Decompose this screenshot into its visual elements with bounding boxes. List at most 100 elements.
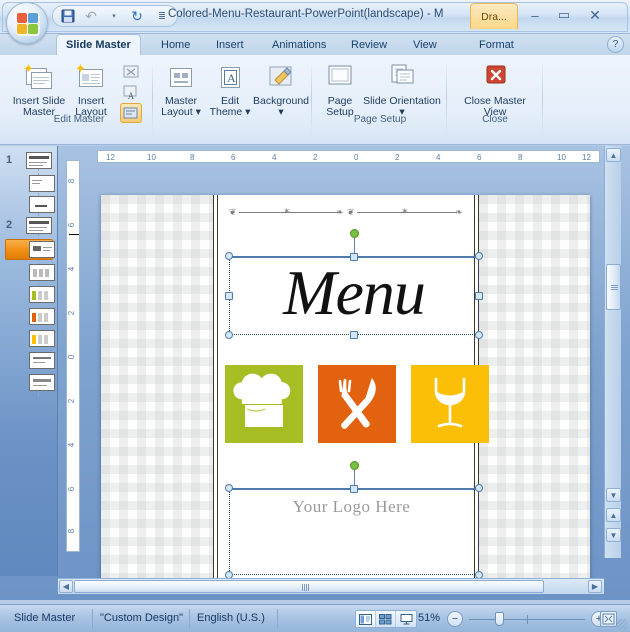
ornament-swirl-mid-a-icon: ❧ [336, 207, 344, 217]
background-label: Background ▾ [252, 95, 310, 118]
thumbnail-layout-1-1[interactable] [29, 175, 55, 192]
page-setup-icon [324, 62, 356, 94]
background-button[interactable]: Background ▾ [252, 60, 310, 124]
thumbnail-layout-2-2[interactable] [29, 264, 55, 281]
delete-placeholder-icon[interactable] [120, 62, 142, 82]
fit-slide-to-window-button[interactable] [600, 611, 617, 627]
vruler-mark-2t: 2 [67, 310, 77, 316]
title-handle-tc[interactable] [350, 253, 358, 261]
scroll-left-button[interactable]: ◀ [59, 580, 73, 593]
save-button[interactable] [58, 7, 78, 25]
previous-slide-button[interactable]: ▲ [606, 508, 621, 522]
title-handle-bc[interactable] [350, 331, 358, 339]
zoom-out-button[interactable]: − [447, 611, 463, 627]
hruler-mark-2r: 2 [395, 153, 400, 162]
normal-view-button[interactable] [356, 611, 376, 627]
scroll-down-button[interactable]: ▼ [606, 488, 621, 502]
logo-handle-tc[interactable] [350, 485, 358, 493]
powerpoint-window: ↶ ▾ ↻ ≣ Colored-Menu-Restaurant-PowerPoi… [0, 0, 630, 632]
slide-orientation-icon [386, 62, 418, 94]
master-layout-label: Master Layout ▾ [161, 95, 201, 118]
maximize-button[interactable]: ▭ [551, 6, 577, 24]
tile-wine-glass[interactable] [411, 365, 489, 443]
logo-handle-tl[interactable] [225, 484, 233, 492]
slide-canvas[interactable]: ❦ ❧ ❦ ❧ ✶ ✶ Menu Your Logo Here [101, 195, 590, 579]
thumbnail-layout-2-1-selected[interactable] [29, 241, 55, 258]
ribbon-tab-row: Slide Master Home Insert Animations Revi… [0, 34, 630, 55]
slide-sorter-view-button[interactable] [376, 611, 396, 627]
horizontal-scrollbar[interactable]: ◀ ▶ [58, 578, 604, 594]
redo-button[interactable]: ↻ [127, 7, 147, 25]
minimize-button[interactable]: – [522, 6, 548, 24]
vertical-scrollbar[interactable]: ▲ ▼ ▲ ▼ [604, 146, 621, 558]
ornament-swirl-mid-b-icon: ❦ [347, 207, 355, 217]
next-slide-button[interactable]: ▼ [606, 528, 621, 542]
title-handle-ml[interactable] [225, 292, 233, 300]
hruler-mark-12r: 12 [582, 153, 591, 162]
group-title-edit-master: Edit Master [53, 114, 105, 125]
group-title-close: Close [482, 114, 508, 125]
svg-text:A: A [128, 91, 135, 101]
hruler-mark-6l: 6 [231, 153, 236, 162]
vertical-scroll-thumb[interactable] [606, 264, 621, 310]
background-icon [265, 62, 297, 94]
vruler-mark-4t: 4 [67, 266, 77, 272]
edit-theme-icon: A [214, 62, 246, 94]
group-title-page-setup: Page Setup [353, 114, 407, 125]
scroll-right-button[interactable]: ▶ [588, 580, 602, 593]
tab-view[interactable]: View [404, 34, 446, 55]
tab-home[interactable]: Home [152, 34, 199, 55]
close-button[interactable]: ✕ [582, 6, 608, 24]
title-handle-tl[interactable] [225, 252, 233, 260]
horizontal-scroll-thumb[interactable] [74, 580, 544, 593]
tab-review[interactable]: Review [342, 34, 396, 55]
status-language[interactable]: English (U.S.) [197, 612, 265, 624]
tab-slide-master[interactable]: Slide Master [56, 34, 141, 55]
close-master-view-icon [479, 62, 511, 94]
chef-hat-icon [233, 373, 291, 427]
title-handle-bl[interactable] [225, 331, 233, 339]
vertical-ruler[interactable]: 8 6 4 2 0 2 4 6 8 [66, 160, 80, 552]
tab-insert[interactable]: Insert [207, 34, 253, 55]
zoom-control: − + [447, 611, 607, 628]
thumbnail-layout-2-5[interactable] [29, 330, 55, 347]
logo-handle-tr[interactable] [475, 484, 483, 492]
office-button[interactable] [6, 2, 48, 44]
thumbnail-layout-2-4[interactable] [29, 308, 55, 325]
resize-grip-icon[interactable] [617, 619, 627, 629]
undo-button[interactable]: ↶ [81, 7, 101, 25]
status-theme-name[interactable]: "Custom Design" [100, 612, 183, 624]
title-handle-tr[interactable] [475, 252, 483, 260]
logo-rotate-handle[interactable] [350, 461, 359, 470]
horizontal-ruler[interactable]: 12 10 8 6 4 2 0 2 4 6 8 10 12 [97, 150, 600, 163]
contextual-tab-drawing[interactable]: Dra... [470, 3, 518, 29]
title-rotate-handle[interactable] [350, 229, 359, 238]
title-handle-br[interactable] [475, 331, 483, 339]
zoom-slider-handle[interactable] [495, 612, 504, 626]
thumbnail-layout-1-2[interactable] [29, 196, 55, 213]
thumbnail-layout-2-6[interactable] [29, 352, 55, 369]
title-bar: ↶ ▾ ↻ ≣ Colored-Menu-Restaurant-PowerPoi… [0, 0, 630, 44]
slide-thumbnail-pane[interactable]: 1 2 [0, 146, 58, 576]
edit-theme-label: Edit Theme ▾ [209, 95, 251, 118]
master-layout-button[interactable]: Master Layout ▾ [156, 60, 206, 124]
tile-chef-hat[interactable] [225, 365, 303, 443]
thumbnail-layout-2-3[interactable] [29, 286, 55, 303]
preserve-master-icon[interactable]: A [120, 83, 142, 103]
vruler-mark-6t: 6 [67, 222, 77, 228]
undo-dropdown-icon[interactable]: ▾ [104, 7, 124, 25]
scroll-up-button[interactable]: ▲ [606, 148, 621, 162]
tile-fork-knife[interactable] [318, 365, 396, 443]
slide-show-view-button[interactable] [396, 611, 416, 627]
hruler-mark-10r: 10 [557, 153, 566, 162]
edit-theme-button[interactable]: A Edit Theme ▾ [206, 60, 254, 124]
hruler-mark-6r: 6 [477, 153, 482, 162]
help-icon[interactable]: ? [607, 36, 624, 53]
status-view-name: Slide Master [14, 612, 76, 624]
thumbnail-master-1[interactable] [26, 152, 52, 169]
thumbnail-master-2[interactable] [26, 217, 52, 234]
title-handle-mr[interactable] [475, 292, 483, 300]
thumbnail-layout-2-7[interactable] [29, 374, 55, 391]
tab-format[interactable]: Format [470, 34, 523, 55]
tab-animations[interactable]: Animations [263, 34, 335, 55]
